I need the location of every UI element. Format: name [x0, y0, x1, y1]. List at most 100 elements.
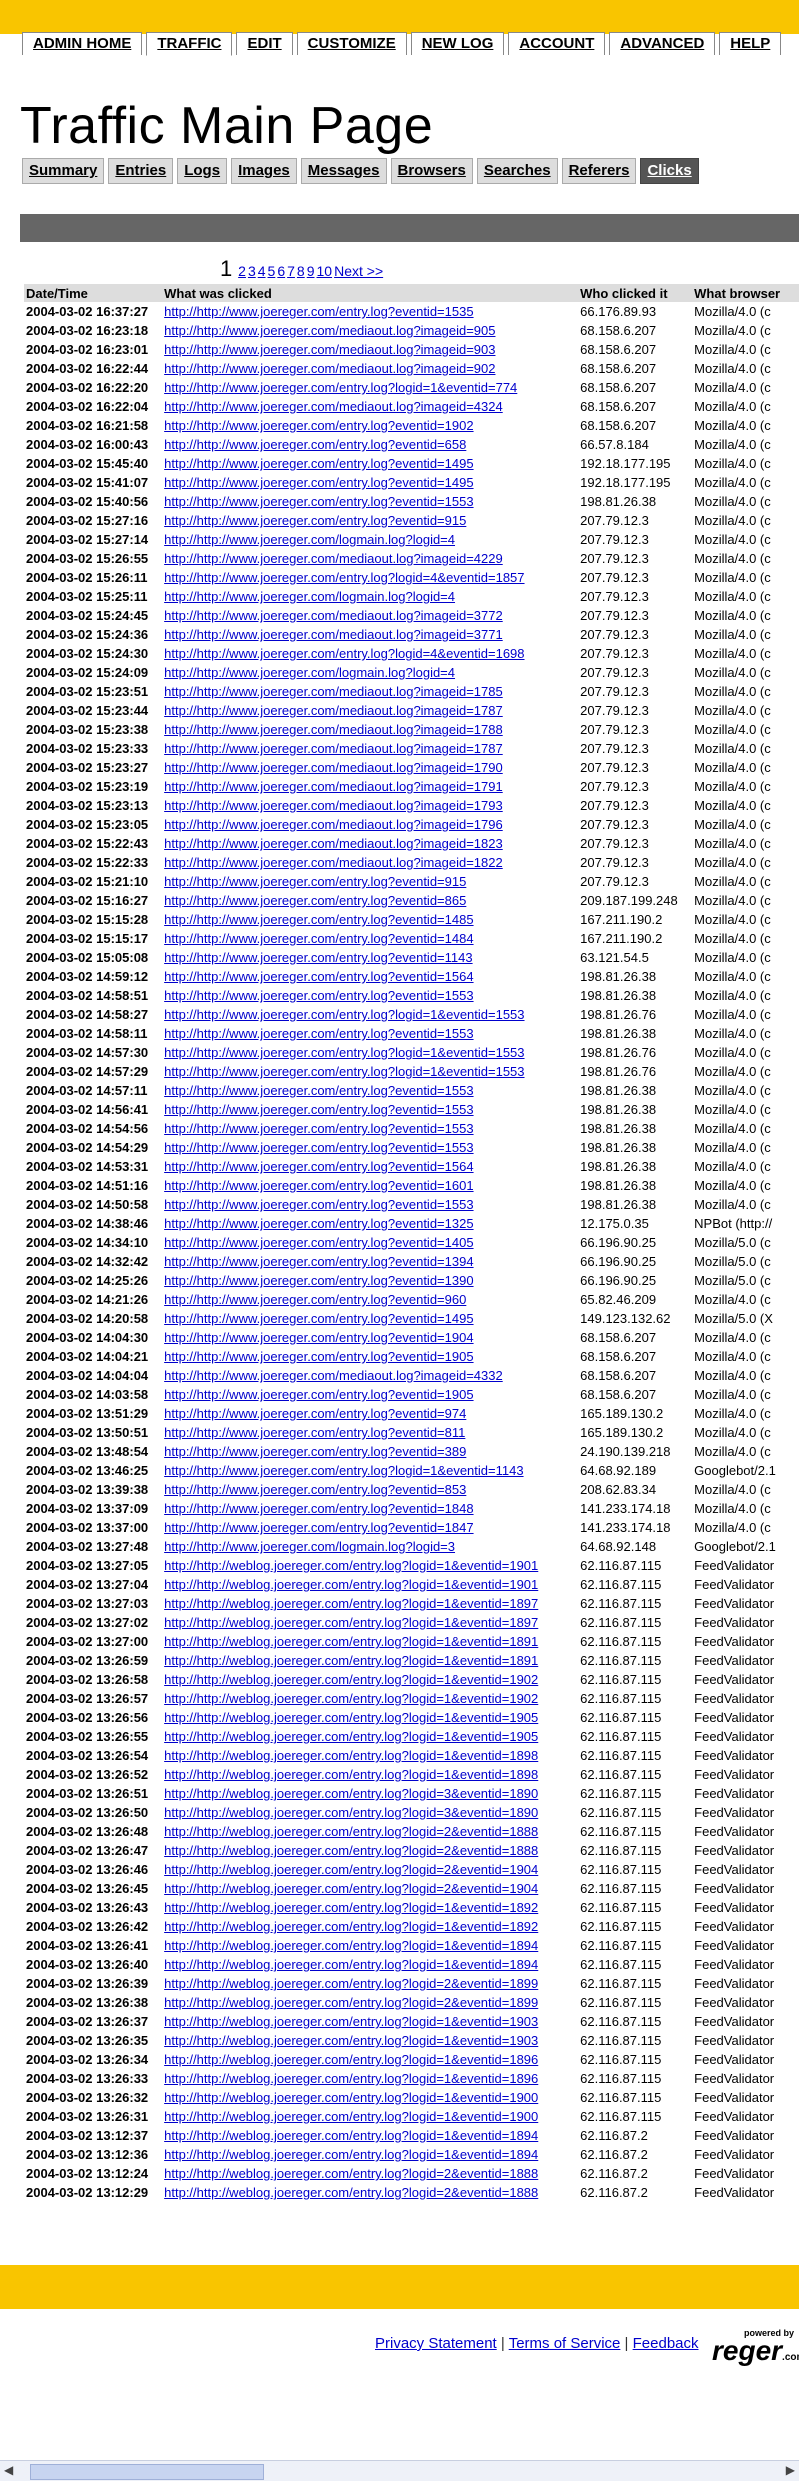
cell-clicked-link[interactable]: http://http://weblog.joereger.com/entry.…	[162, 1860, 578, 1879]
cell-clicked-link[interactable]: http://http://www.joereger.com/entry.log…	[162, 511, 578, 530]
page-link-5[interactable]: 5	[268, 263, 276, 279]
tab-traffic[interactable]: TRAFFIC	[146, 32, 233, 56]
cell-clicked-link[interactable]: http://http://www.joereger.com/entry.log…	[162, 1404, 578, 1423]
cell-clicked-link[interactable]: http://http://weblog.joereger.com/entry.…	[162, 1670, 578, 1689]
cell-clicked-link[interactable]: http://http://www.joereger.com/entry.log…	[162, 1480, 578, 1499]
cell-clicked-link[interactable]: http://http://www.joereger.com/entry.log…	[162, 1423, 578, 1442]
page-link-9[interactable]: 9	[307, 263, 315, 279]
cell-clicked-link[interactable]: http://http://weblog.joereger.com/entry.…	[162, 1993, 578, 2012]
cell-clicked-link[interactable]: http://http://www.joereger.com/entry.log…	[162, 1347, 578, 1366]
cell-clicked-link[interactable]: http://http://www.joereger.com/entry.log…	[162, 1328, 578, 1347]
cell-clicked-link[interactable]: http://http://weblog.joereger.com/entry.…	[162, 2069, 578, 2088]
page-link-8[interactable]: 8	[297, 263, 305, 279]
page-link-7[interactable]: 7	[287, 263, 295, 279]
tab-customize[interactable]: CUSTOMIZE	[296, 32, 407, 55]
cell-clicked-link[interactable]: http://http://www.joereger.com/logmain.l…	[162, 530, 578, 549]
cell-clicked-link[interactable]: http://http://www.joereger.com/entry.log…	[162, 1461, 578, 1480]
cell-clicked-link[interactable]: http://http://www.joereger.com/entry.log…	[162, 1024, 578, 1043]
cell-clicked-link[interactable]: http://http://weblog.joereger.com/entry.…	[162, 1632, 578, 1651]
scroll-left-arrow-icon[interactable]: ◀	[4, 2463, 13, 2477]
cell-clicked-link[interactable]: http://http://weblog.joereger.com/entry.…	[162, 1974, 578, 1993]
cell-clicked-link[interactable]: http://http://www.joereger.com/entry.log…	[162, 1518, 578, 1537]
subnav-referers[interactable]: Referers	[561, 158, 637, 184]
cell-clicked-link[interactable]: http://http://www.joereger.com/entry.log…	[162, 872, 578, 891]
cell-clicked-link[interactable]: http://http://www.joereger.com/entry.log…	[162, 1309, 578, 1328]
subnav-browsers[interactable]: Browsers	[390, 158, 473, 184]
cell-clicked-link[interactable]: http://http://www.joereger.com/entry.log…	[162, 1119, 578, 1138]
tab-help[interactable]: HELP	[719, 32, 782, 55]
cell-clicked-link[interactable]: http://http://weblog.joereger.com/entry.…	[162, 1784, 578, 1803]
cell-clicked-link[interactable]: http://http://weblog.joereger.com/entry.…	[162, 2126, 578, 2145]
cell-clicked-link[interactable]: http://http://www.joereger.com/logmain.l…	[162, 587, 578, 606]
tab-edit[interactable]: EDIT	[236, 32, 293, 55]
cell-clicked-link[interactable]: http://http://weblog.joereger.com/entry.…	[162, 1917, 578, 1936]
cell-clicked-link[interactable]: http://http://weblog.joereger.com/entry.…	[162, 2050, 578, 2069]
cell-clicked-link[interactable]: http://http://www.joereger.com/entry.log…	[162, 435, 578, 454]
cell-clicked-link[interactable]: http://http://www.joereger.com/entry.log…	[162, 1176, 578, 1195]
cell-clicked-link[interactable]: http://http://www.joereger.com/entry.log…	[162, 644, 578, 663]
cell-clicked-link[interactable]: http://http://www.joereger.com/entry.log…	[162, 1271, 578, 1290]
cell-clicked-link[interactable]: http://http://www.joereger.com/mediaout.…	[162, 682, 578, 701]
cell-clicked-link[interactable]: http://http://www.joereger.com/mediaout.…	[162, 777, 578, 796]
cell-clicked-link[interactable]: http://http://www.joereger.com/mediaout.…	[162, 625, 578, 644]
subnav-summary[interactable]: Summary	[22, 158, 105, 184]
cell-clicked-link[interactable]: http://http://weblog.joereger.com/entry.…	[162, 1898, 578, 1917]
terms-of-service-link[interactable]: Terms of Service	[509, 2335, 621, 2352]
cell-clicked-link[interactable]: http://http://www.joereger.com/entry.log…	[162, 1442, 578, 1461]
cell-clicked-link[interactable]: http://http://weblog.joereger.com/entry.…	[162, 1689, 578, 1708]
subnav-logs[interactable]: Logs	[177, 158, 228, 184]
tab-new-log[interactable]: NEW LOG	[410, 32, 505, 55]
tab-advanced[interactable]: ADVANCED	[609, 32, 716, 55]
cell-clicked-link[interactable]: http://http://www.joereger.com/mediaout.…	[162, 720, 578, 739]
cell-clicked-link[interactable]: http://http://www.joereger.com/entry.log…	[162, 1233, 578, 1252]
cell-clicked-link[interactable]: http://http://weblog.joereger.com/entry.…	[162, 1651, 578, 1670]
cell-clicked-link[interactable]: http://http://www.joereger.com/logmain.l…	[162, 1537, 578, 1556]
powered-by-logo[interactable]: powered by reger.com	[712, 2328, 799, 2368]
cell-clicked-link[interactable]: http://http://www.joereger.com/mediaout.…	[162, 701, 578, 720]
cell-clicked-link[interactable]: http://http://www.joereger.com/mediaout.…	[162, 758, 578, 777]
cell-clicked-link[interactable]: http://http://www.joereger.com/mediaout.…	[162, 834, 578, 853]
cell-clicked-link[interactable]: http://http://www.joereger.com/mediaout.…	[162, 397, 578, 416]
cell-clicked-link[interactable]: http://http://weblog.joereger.com/entry.…	[162, 1803, 578, 1822]
cell-clicked-link[interactable]: http://http://www.joereger.com/entry.log…	[162, 1195, 578, 1214]
page-link-4[interactable]: 4	[258, 263, 266, 279]
cell-clicked-link[interactable]: http://http://weblog.joereger.com/entry.…	[162, 2107, 578, 2126]
cell-clicked-link[interactable]: http://http://www.joereger.com/entry.log…	[162, 568, 578, 587]
cell-clicked-link[interactable]: http://http://weblog.joereger.com/entry.…	[162, 1822, 578, 1841]
scroll-right-arrow-icon[interactable]: ▶	[786, 2463, 795, 2477]
cell-clicked-link[interactable]: http://http://weblog.joereger.com/entry.…	[162, 1613, 578, 1632]
cell-clicked-link[interactable]: http://http://www.joereger.com/entry.log…	[162, 1499, 578, 1518]
cell-clicked-link[interactable]: http://http://www.joereger.com/entry.log…	[162, 1290, 578, 1309]
cell-clicked-link[interactable]: http://http://www.joereger.com/mediaout.…	[162, 796, 578, 815]
cell-clicked-link[interactable]: http://http://www.joereger.com/entry.log…	[162, 967, 578, 986]
cell-clicked-link[interactable]: http://http://www.joereger.com/mediaout.…	[162, 340, 578, 359]
page-link-2[interactable]: 2	[238, 263, 246, 279]
cell-clicked-link[interactable]: http://http://www.joereger.com/entry.log…	[162, 1081, 578, 1100]
next-page-link[interactable]: Next >>	[334, 263, 383, 279]
cell-clicked-link[interactable]: http://http://www.joereger.com/entry.log…	[162, 492, 578, 511]
cell-clicked-link[interactable]: http://http://www.joereger.com/entry.log…	[162, 302, 578, 321]
cell-clicked-link[interactable]: http://http://weblog.joereger.com/entry.…	[162, 1955, 578, 1974]
cell-clicked-link[interactable]: http://http://www.joereger.com/entry.log…	[162, 416, 578, 435]
cell-clicked-link[interactable]: http://http://weblog.joereger.com/entry.…	[162, 2088, 578, 2107]
cell-clicked-link[interactable]: http://http://weblog.joereger.com/entry.…	[162, 1765, 578, 1784]
cell-clicked-link[interactable]: http://http://www.joereger.com/entry.log…	[162, 948, 578, 967]
cell-clicked-link[interactable]: http://http://www.joereger.com/entry.log…	[162, 891, 578, 910]
cell-clicked-link[interactable]: http://http://www.joereger.com/entry.log…	[162, 1385, 578, 1404]
cell-clicked-link[interactable]: http://http://www.joereger.com/mediaout.…	[162, 815, 578, 834]
cell-clicked-link[interactable]: http://http://www.joereger.com/entry.log…	[162, 929, 578, 948]
subnav-entries[interactable]: Entries	[108, 158, 174, 184]
cell-clicked-link[interactable]: http://http://weblog.joereger.com/entry.…	[162, 2031, 578, 2050]
subnav-images[interactable]: Images	[231, 158, 297, 184]
cell-clicked-link[interactable]: http://http://www.joereger.com/entry.log…	[162, 1157, 578, 1176]
cell-clicked-link[interactable]: http://http://weblog.joereger.com/entry.…	[162, 2145, 578, 2164]
cell-clicked-link[interactable]: http://http://www.joereger.com/logmain.l…	[162, 663, 578, 682]
cell-clicked-link[interactable]: http://http://www.joereger.com/mediaout.…	[162, 853, 578, 872]
cell-clicked-link[interactable]: http://http://www.joereger.com/entry.log…	[162, 1214, 578, 1233]
cell-clicked-link[interactable]: http://http://www.joereger.com/entry.log…	[162, 986, 578, 1005]
cell-clicked-link[interactable]: http://http://www.joereger.com/mediaout.…	[162, 1366, 578, 1385]
cell-clicked-link[interactable]: http://http://www.joereger.com/entry.log…	[162, 1062, 578, 1081]
tab-admin-home[interactable]: ADMIN HOME	[22, 32, 143, 55]
cell-clicked-link[interactable]: http://http://weblog.joereger.com/entry.…	[162, 1556, 578, 1575]
cell-clicked-link[interactable]: http://http://www.joereger.com/entry.log…	[162, 378, 578, 397]
